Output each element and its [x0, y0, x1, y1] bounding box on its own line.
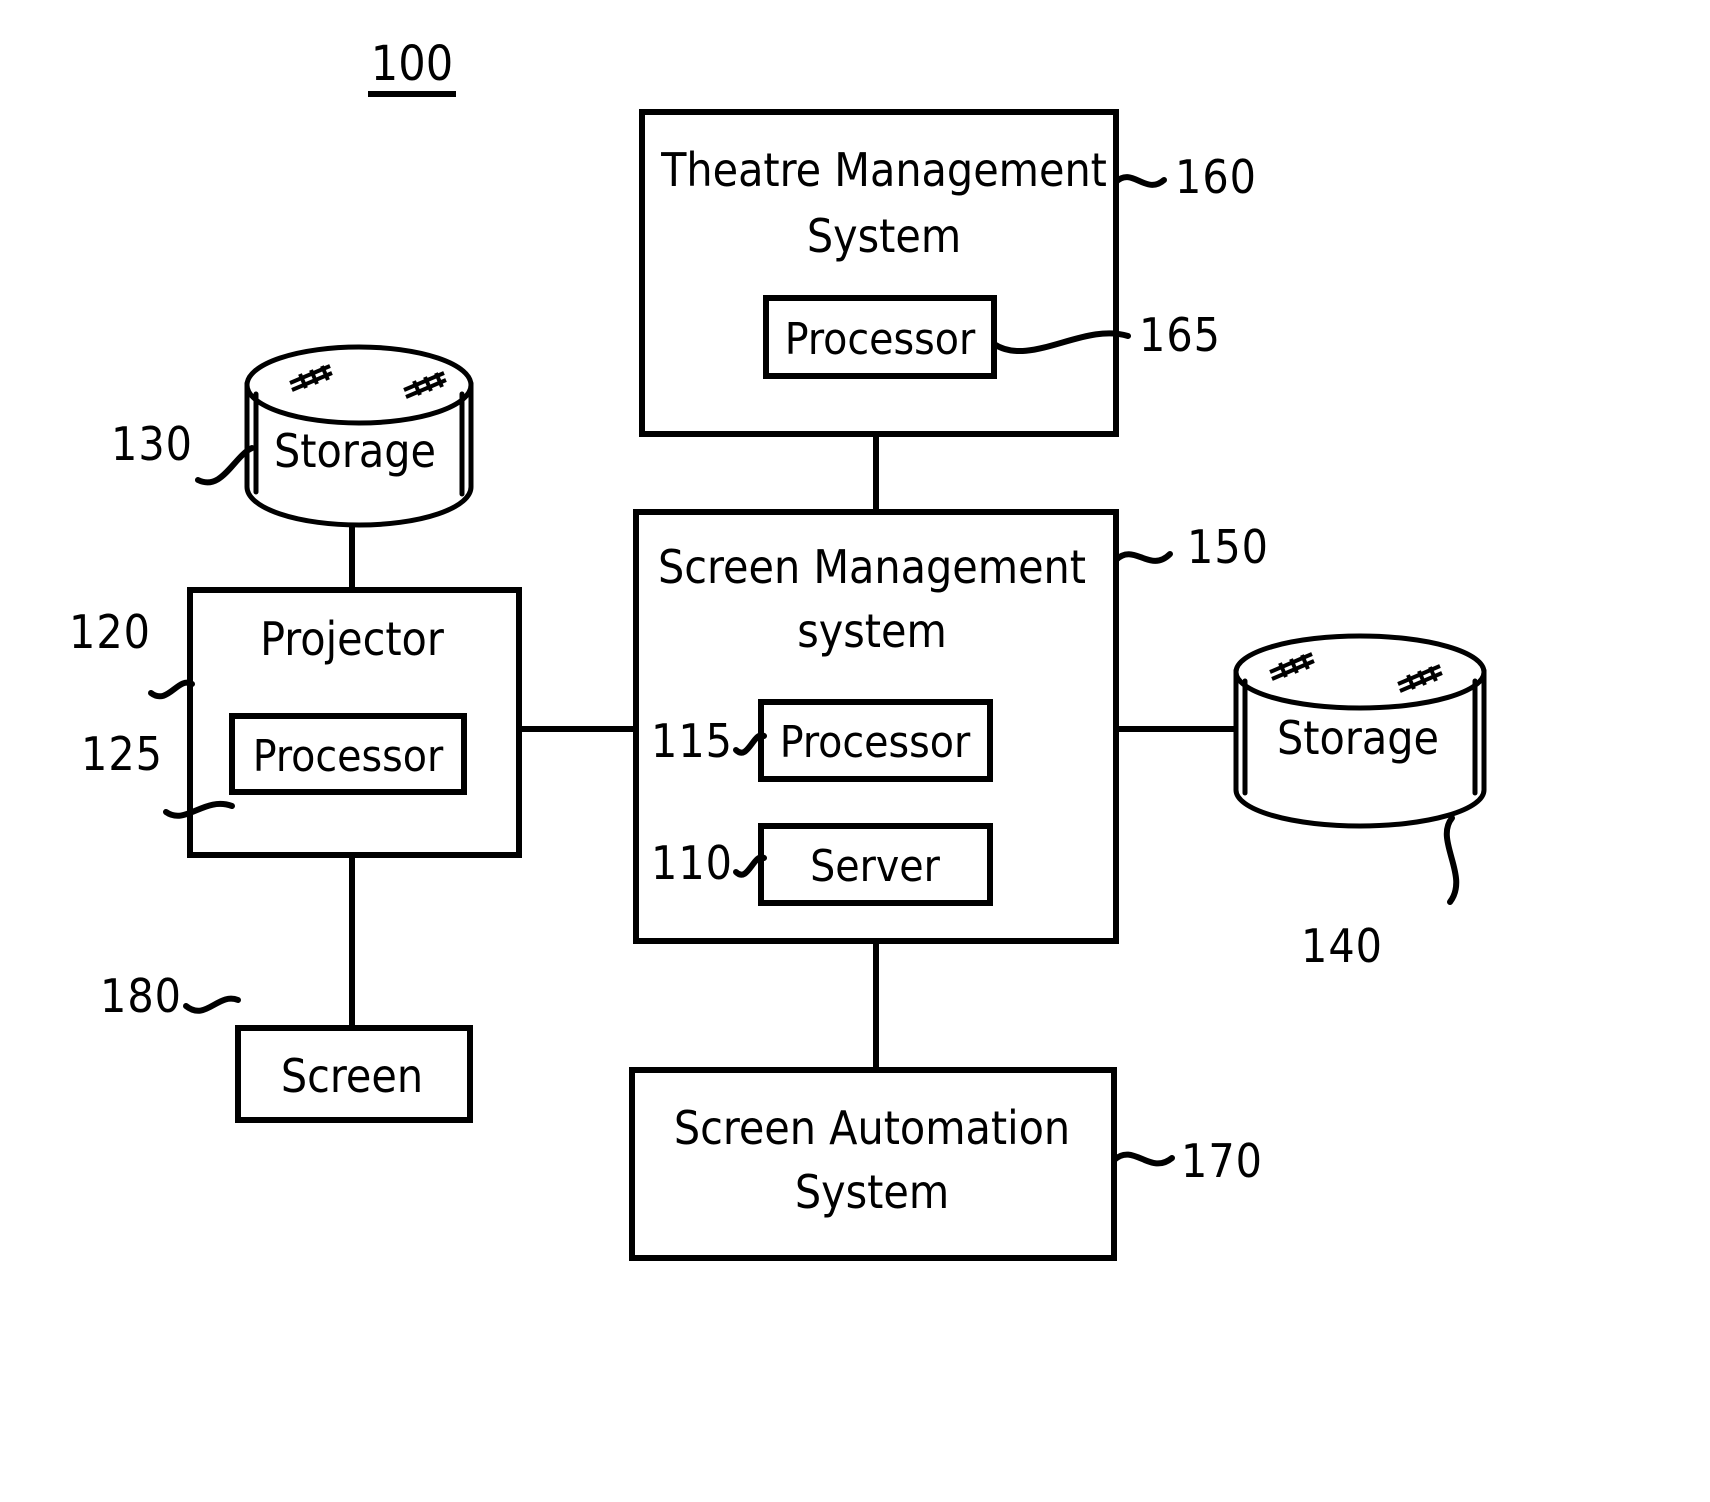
block-projector[interactable]: Projector Processor	[187, 587, 522, 858]
leader-line-120	[148, 679, 195, 700]
ref-number-170: 170	[1181, 1134, 1263, 1188]
block-sms-processor[interactable]: Processor	[758, 699, 993, 782]
leader-line-130	[195, 445, 255, 486]
patent-figure-canvas: 100 Theatre Management System Processor	[0, 0, 1710, 1502]
leader-line-150	[1113, 551, 1173, 564]
ref-number-165: 165	[1139, 308, 1221, 362]
block-screen[interactable]: Screen	[235, 1025, 473, 1123]
block-theatre-management-system[interactable]: Theatre Management System Processor	[639, 109, 1119, 437]
ref-number-130: 130	[111, 417, 193, 471]
tms-processor-label: Processor	[785, 314, 976, 365]
leader-line-180	[183, 995, 241, 1014]
block-tms-processor[interactable]: Processor	[763, 295, 997, 379]
ref-number-150: 150	[1187, 520, 1269, 574]
leader-line-170	[1111, 1151, 1175, 1167]
theatre-management-system-label-line-1: Theatre Management	[660, 143, 1107, 197]
ref-number-110: 110	[651, 836, 733, 890]
screen-automation-system-label-line-1: Screen Automation	[674, 1101, 1070, 1155]
block-projector-processor[interactable]: Processor	[229, 713, 467, 795]
projector-processor-label: Processor	[253, 731, 444, 782]
screen-automation-system-label-line-2: System	[795, 1165, 949, 1219]
screen-label: Screen	[281, 1049, 423, 1103]
ref-number-125: 125	[81, 727, 163, 781]
theatre-management-system-label-line-2: System	[807, 209, 961, 263]
cylinder-storage-right[interactable]: Storage	[1233, 633, 1487, 829]
projector-label: Projector	[260, 612, 445, 666]
ref-number-160: 160	[1175, 150, 1257, 204]
screen-automation-system-box	[629, 1067, 1117, 1261]
screen-management-system-label-line-2: system	[797, 604, 947, 658]
leader-line-160	[1113, 174, 1167, 188]
figure-diagram: 100 Theatre Management System Processor	[69, 36, 1487, 1261]
storage-left-label: Storage	[274, 424, 436, 478]
ref-number-180: 180	[100, 969, 182, 1023]
ref-number-120: 120	[69, 605, 151, 659]
cylinder-storage-left[interactable]: Storage	[244, 344, 474, 528]
block-sms-server[interactable]: Server	[758, 823, 993, 906]
screen-management-system-label-line-1: Screen Management	[658, 540, 1086, 594]
ref-number-140: 140	[1301, 919, 1383, 973]
sms-processor-label: Processor	[780, 717, 971, 768]
sms-server-label: Server	[810, 841, 941, 892]
ref-number-115: 115	[651, 714, 733, 768]
block-screen-automation-system[interactable]: Screen Automation System	[629, 1067, 1117, 1261]
leader-line-140	[1443, 815, 1460, 905]
storage-right-label: Storage	[1277, 711, 1439, 765]
figure-number: 100	[371, 36, 453, 92]
